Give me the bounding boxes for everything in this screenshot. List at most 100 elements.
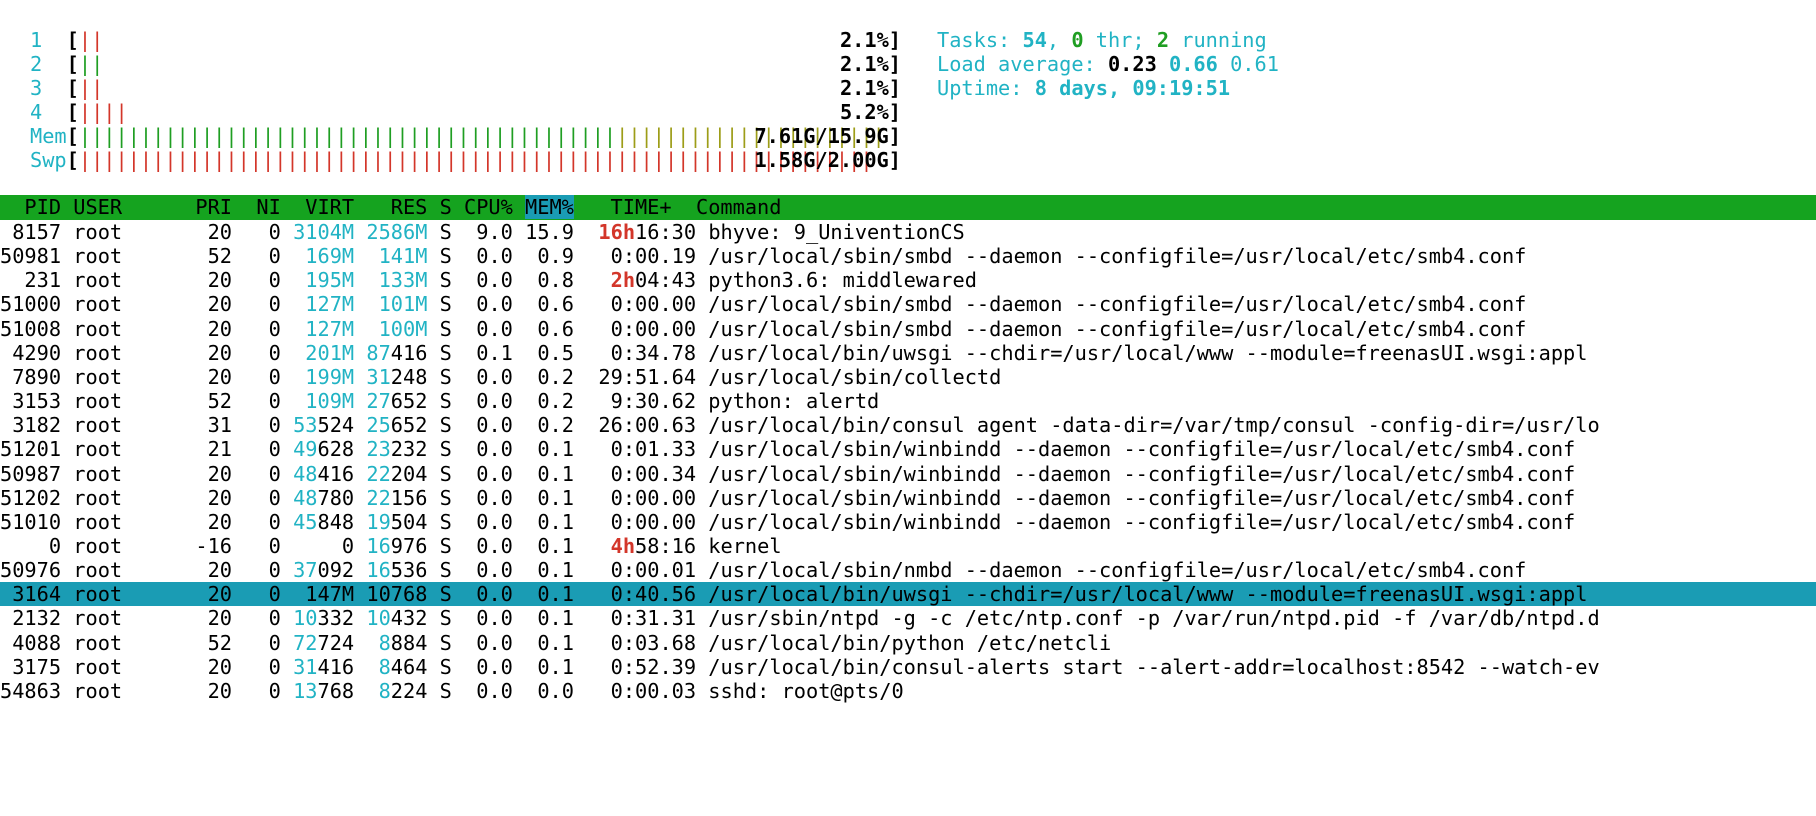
time-cell: 0:00.01	[586, 558, 696, 582]
pri-cell: -16	[183, 533, 233, 558]
pri-cell: 52	[183, 630, 233, 655]
process-row[interactable]: 3182 root 31 0 53524 25652 S 0.0 0.2 26:…	[0, 413, 1816, 437]
time-cell: 0:03.68	[586, 631, 696, 655]
virt-cell: 0	[293, 534, 354, 558]
process-row[interactable]: 51008 root 20 0 127M 100M S 0.0 0.6 0:00…	[0, 317, 1816, 341]
res-thousands: 8	[366, 630, 391, 655]
mem-cell: 0.2	[512, 413, 574, 438]
cpu-cell: 0.0	[451, 437, 513, 462]
process-row[interactable]: 50987 root 20 0 48416 22204 S 0.0 0.1 0:…	[0, 462, 1816, 486]
process-row[interactable]: 7890 root 20 0 199M 31248 S 0.0 0.2 29:5…	[0, 365, 1816, 389]
pid-cell: 50981	[0, 244, 62, 269]
cpu-cell: 0.0	[451, 413, 513, 438]
pri-cell: 20	[183, 509, 233, 534]
cpu-cell: 0.0	[451, 389, 513, 414]
res-cell: 22156	[366, 486, 427, 510]
ni-cell: 0	[232, 461, 281, 486]
time-rest: 0:34.78	[610, 340, 697, 365]
user-cell: root	[61, 244, 184, 269]
process-row[interactable]: 50976 root 20 0 37092 16536 S 0.0 0.1 0:…	[0, 558, 1816, 582]
process-row[interactable]: 231 root 20 0 195M 133M S 0.0 0.8 2h04:4…	[0, 268, 1816, 292]
user-cell: root	[61, 606, 184, 631]
sort-column-mem[interactable]: MEM%	[525, 195, 574, 219]
res-thousands: 16	[366, 558, 391, 583]
time-rest: 0:00.00	[610, 485, 697, 510]
mem-cell: 0.1	[512, 630, 574, 655]
pid-cell: 231	[0, 268, 62, 293]
pid-cell: 50987	[0, 461, 62, 486]
htop-terminal[interactable]: 1 [|| 2.1%] 2 [|| 2.1%] 3 [|| 2.1%] 4 [|||| 5.2…	[0, 0, 1816, 816]
mem-bar-used: ||||||||||||||||||||||||||||||||||||||||…	[78, 124, 617, 148]
process-row[interactable]: 51202 root 20 0 48780 22156 S 0.0 0.1 0:…	[0, 486, 1816, 510]
process-row[interactable]: 50981 root 52 0 169M 141M S 0.0 0.9 0:00…	[0, 244, 1816, 268]
cpu-cell: 0.0	[451, 558, 513, 583]
cpu-percent-value: 2.1%	[839, 76, 889, 100]
mem-cell: 0.2	[512, 364, 574, 389]
process-row[interactable]: 3175 root 20 0 31416 8464 S 0.0 0.1 0:52…	[0, 655, 1816, 679]
process-row[interactable]: 3164 root 20 0 147M 10768 S 0.0 0.1 0:40…	[0, 582, 1816, 607]
pid-cell: 51202	[0, 485, 62, 510]
process-row[interactable]: 54863 root 20 0 13768 8224 S 0.0 0.0 0:0…	[0, 679, 1816, 703]
res-thousands: 25	[366, 413, 391, 438]
process-table-header[interactable]: PID USER PRI NI VIRT RES S CPU% MEM% TIM…	[0, 195, 1816, 220]
res-cell: 10768	[366, 582, 427, 606]
user-cell: root	[61, 364, 184, 389]
virt-value: 199M	[293, 364, 355, 389]
virt-thousands: 72	[293, 630, 318, 655]
virt-cell: 127M	[293, 292, 354, 316]
command-cell: /usr/sbin/ntpd -g -c /etc/ntp.conf -p /v…	[696, 606, 1600, 631]
res-cell: 8224	[366, 678, 428, 703]
process-row[interactable]: 0 root -16 0 0 16976 S 0.0 0.1 4h58:16 k…	[0, 534, 1816, 558]
res-cell: 10432	[366, 606, 427, 630]
time-rest: 58:16	[635, 533, 697, 558]
virt-value: 0	[293, 533, 355, 558]
state-cell: S	[427, 630, 452, 655]
process-row[interactable]: 3153 root 52 0 109M 27652 S 0.0 0.2 9:30…	[0, 389, 1816, 413]
process-row[interactable]: 4088 root 52 0 72724 8884 S 0.0 0.1 0:03…	[0, 631, 1816, 655]
time-cell: 4h58:16	[586, 534, 696, 558]
process-row[interactable]: 51000 root 20 0 127M 101M S 0.0 0.6 0:00…	[0, 292, 1816, 316]
pid-cell: 4290	[0, 340, 62, 365]
virt-units: 848	[317, 509, 355, 534]
res-cell: 19504	[366, 510, 427, 534]
cpu-cell: 0.1	[451, 340, 513, 365]
pid-cell: 4088	[0, 630, 62, 655]
process-row[interactable]: 51201 root 21 0 49628 23232 S 0.0 0.1 0:…	[0, 437, 1816, 461]
state-cell: S	[427, 340, 452, 365]
swp-label: Swp	[30, 148, 67, 172]
virt-thousands: 48	[293, 485, 318, 510]
ni-cell: 0	[232, 606, 281, 631]
process-row[interactable]: 8157 root 20 0 3104M 2586M S 9.0 15.9 16…	[0, 220, 1816, 244]
meter-bracket-open: [	[42, 100, 79, 124]
time-cell: 9:30.62	[586, 389, 696, 413]
virt-thousands: 49	[293, 437, 318, 462]
pri-cell: 20	[183, 316, 233, 341]
state-cell: S	[427, 509, 452, 534]
cpu-cell: 0.0	[451, 316, 513, 341]
process-row[interactable]: 51010 root 20 0 45848 19504 S 0.0 0.1 0:…	[0, 510, 1816, 534]
command-cell: /usr/local/bin/uwsgi --chdir=/usr/local/…	[696, 582, 1588, 607]
time-rest: 0:00.00	[610, 509, 697, 534]
res-cell: 141M	[366, 244, 428, 268]
mem-cell: 0.6	[512, 292, 574, 317]
state-cell: S	[427, 485, 452, 510]
virt-cell: 45848	[293, 510, 354, 534]
user-cell: root	[61, 678, 184, 703]
time-cell: 0:40.56	[586, 582, 696, 606]
virt-cell: 53524	[293, 413, 354, 437]
res-units: 224	[390, 678, 428, 703]
pid-cell: 50976	[0, 558, 62, 583]
pri-cell: 20	[183, 485, 233, 510]
virt-units: 416	[317, 461, 355, 486]
user-cell: root	[61, 485, 184, 510]
command-cell: /usr/local/sbin/winbindd --daemon --conf…	[696, 485, 1576, 510]
mem-cell: 0.1	[512, 485, 574, 510]
pid-cell: 51201	[0, 437, 62, 462]
state-cell: S	[427, 413, 452, 438]
command-cell: /usr/local/sbin/smbd --daemon --configfi…	[696, 292, 1527, 317]
res-cell: 16536	[366, 558, 427, 582]
process-row[interactable]: 2132 root 20 0 10332 10432 S 0.0 0.1 0:3…	[0, 606, 1816, 630]
process-row[interactable]: 4290 root 20 0 201M 87416 S 0.1 0.5 0:34…	[0, 341, 1816, 365]
virt-thousands: 13	[293, 678, 318, 703]
res-thousands: 8	[366, 654, 391, 679]
